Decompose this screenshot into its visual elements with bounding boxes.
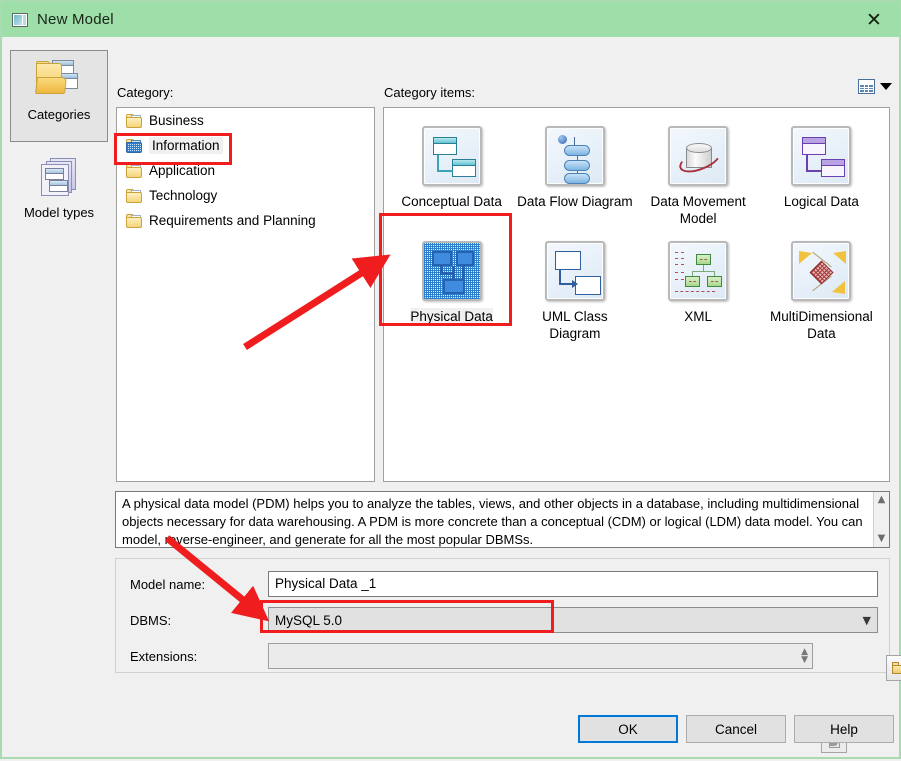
- model-name-input[interactable]: Physical Data _1: [268, 571, 878, 597]
- category-item-xml[interactable]: XML: [637, 235, 760, 342]
- xml-icon: [668, 241, 728, 301]
- category-item-label: Logical Data: [784, 193, 859, 210]
- model-window-icon: [12, 13, 28, 27]
- category-row-label: Requirements and Planning: [149, 213, 316, 228]
- category-row-label: Information: [149, 137, 223, 154]
- dialog-body: Categories Model types Category: Busines…: [2, 37, 899, 757]
- category-item-uml-class-diagram[interactable]: UML Class Diagram: [513, 235, 636, 342]
- window-title: New Model: [37, 11, 114, 28]
- category-item-label: UML Class Diagram: [516, 308, 634, 342]
- logical-data-icon: [791, 126, 851, 186]
- dialog-button-bar: OK Cancel Help: [2, 715, 899, 745]
- description-box: A physical data model (PDM) helps you to…: [115, 491, 890, 548]
- view-toggle-button[interactable]: [858, 79, 892, 94]
- category-item-label: MultiDimensional Data: [762, 308, 880, 342]
- category-row-requirements-and-planning[interactable]: Requirements and Planning: [117, 208, 374, 233]
- category-list[interactable]: Business Information Application Technol…: [116, 107, 375, 482]
- description-text: A physical data model (PDM) helps you to…: [122, 496, 863, 547]
- data-movement-model-icon: [668, 126, 728, 186]
- category-item-physical-data[interactable]: Physical Data: [390, 235, 513, 342]
- chevron-down-icon: [880, 83, 892, 90]
- scroll-up-icon[interactable]: ▲: [878, 495, 886, 505]
- category-items-label: Category items:: [384, 85, 475, 100]
- spinner-down-icon[interactable]: ▼: [801, 656, 808, 664]
- folder-open-icon: [892, 662, 901, 674]
- physical-data-icon: [422, 241, 482, 301]
- multidimensional-data-icon: [791, 241, 851, 301]
- folder-icon: [126, 189, 142, 203]
- conceptual-data-icon: [422, 126, 482, 186]
- rail-item-categories[interactable]: Categories: [10, 50, 108, 142]
- model-properties-group: Model name: Physical Data _1 DBMS: MySQL…: [115, 558, 890, 673]
- dbms-selected-value: MySQL 5.0: [275, 613, 342, 628]
- new-model-dialog: New Model ✕ Categories: [0, 0, 901, 759]
- category-item-data-movement-model[interactable]: Data Movement Model: [637, 120, 760, 227]
- folder-icon: [126, 114, 142, 128]
- category-row-application[interactable]: Application: [117, 158, 374, 183]
- rail-item-label: Categories: [28, 107, 91, 122]
- close-icon[interactable]: ✕: [849, 2, 899, 37]
- ok-button[interactable]: OK: [578, 715, 678, 743]
- category-item-label: Physical Data: [410, 308, 493, 325]
- extensions-label: Extensions:: [130, 649, 197, 664]
- cancel-button[interactable]: Cancel: [686, 715, 786, 743]
- category-item-label: Data Flow Diagram: [517, 193, 633, 210]
- extensions-input[interactable]: ▲ ▼: [268, 643, 813, 669]
- category-row-label: Business: [149, 113, 204, 128]
- uml-class-diagram-icon: [545, 241, 605, 301]
- rail-item-model-types[interactable]: Model types: [10, 149, 108, 241]
- description-scrollbar[interactable]: ▲ ▼: [873, 492, 889, 547]
- mode-rail: Categories Model types: [10, 50, 108, 241]
- category-row-label: Application: [149, 163, 215, 178]
- dbms-label: DBMS:: [130, 613, 171, 628]
- model-name-label: Model name:: [130, 577, 205, 592]
- grid-view-icon: [858, 79, 875, 94]
- categories-folder-icon: [36, 59, 82, 101]
- category-row-business[interactable]: Business: [117, 108, 374, 133]
- chevron-down-icon: ▼: [863, 614, 871, 627]
- category-item-multidimensional-data[interactable]: MultiDimensional Data: [760, 235, 883, 342]
- category-item-label: XML: [684, 308, 712, 325]
- folder-icon: [126, 214, 142, 228]
- category-items-grid: Conceptual Data Data Flow Diagram: [383, 107, 890, 482]
- category-item-data-flow-diagram[interactable]: Data Flow Diagram: [513, 120, 636, 227]
- folder-dotted-icon: [126, 139, 142, 153]
- category-item-label: Conceptual Data: [401, 193, 502, 210]
- category-item-label: Data Movement Model: [639, 193, 757, 227]
- scroll-down-icon[interactable]: ▼: [878, 534, 886, 544]
- model-types-stack-icon: [36, 157, 82, 199]
- folder-icon: [126, 164, 142, 178]
- category-row-label: Technology: [149, 188, 217, 203]
- help-button[interactable]: Help: [794, 715, 894, 743]
- category-label: Category:: [117, 85, 173, 100]
- category-row-information[interactable]: Information: [117, 133, 374, 158]
- title-bar: New Model ✕: [2, 2, 899, 37]
- category-row-technology[interactable]: Technology: [117, 183, 374, 208]
- extensions-spinner[interactable]: ▲ ▼: [801, 648, 808, 664]
- rail-item-label: Model types: [24, 205, 94, 220]
- dbms-select[interactable]: MySQL 5.0 ▼: [268, 607, 878, 633]
- category-item-logical-data[interactable]: Logical Data: [760, 120, 883, 227]
- category-item-conceptual-data[interactable]: Conceptual Data: [390, 120, 513, 227]
- data-flow-diagram-icon: [545, 126, 605, 186]
